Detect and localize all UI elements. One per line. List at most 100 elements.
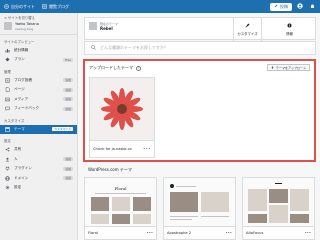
- my-site-link[interactable]: W 自分のサイト: [4, 4, 35, 10]
- add-badge[interactable]: 追加: [63, 97, 73, 102]
- thumbnail-image: [133, 197, 151, 211]
- sidebar-item-label: ページ: [14, 87, 25, 92]
- sidebar-item-domains[interactable]: ドメイン 追加: [0, 174, 77, 184]
- sidebar-item-label: ドメイン: [14, 175, 29, 180]
- uploaded-themes-title: アップロードしたテーマ: [89, 65, 133, 70]
- theme-screenshot: [90, 78, 154, 140]
- sidebar-item-plugins[interactable]: プラグイン 追加: [0, 164, 77, 174]
- uploaded-themes-header: アップロードしたテーマ ?: [89, 65, 141, 71]
- help-icon[interactable]: ?: [136, 65, 141, 71]
- sidebar-item-label: 設定: [14, 185, 22, 190]
- upload-theme-label: テーマをアップロード: [275, 65, 306, 70]
- theme-screenshot: [164, 178, 235, 227]
- thumbnail-image: [112, 214, 130, 224]
- flower-image: [101, 88, 143, 130]
- gear-icon: [5, 185, 10, 190]
- more-options-icon[interactable]: •••: [147, 231, 153, 235]
- write-label: 投稿: [280, 3, 288, 9]
- theme-name: Apostrophe 2: [167, 231, 192, 235]
- theme-card-altofocus[interactable]: AltoFocus •••: [242, 177, 315, 240]
- current-theme-name: Rebel: [100, 26, 113, 31]
- add-badge[interactable]: 追加: [63, 157, 73, 162]
- theme-name: AltoFocus: [246, 231, 264, 235]
- thumbnail-image: [170, 192, 198, 212]
- media-icon: [5, 97, 10, 102]
- wordpress-themes-title: WordPress.com テーマ: [88, 167, 132, 172]
- switch-site-link[interactable]: < サイトを切り替え: [0, 13, 77, 21]
- thumbnail-image: [91, 214, 109, 224]
- thumbnail-image: [290, 214, 309, 223]
- thumbnail-image: [248, 189, 267, 211]
- site-url: zeadog.blog: [15, 26, 34, 31]
- themes-icon: [5, 127, 10, 132]
- current-site[interactable]: Yaeko Takano zeadog.blog: [0, 21, 77, 35]
- sidebar-item-label: プラグイン: [14, 166, 32, 171]
- text-line: [170, 216, 198, 217]
- svg-text:W: W: [5, 5, 8, 9]
- sidebar-item-feedback[interactable]: フィードバック 追加: [0, 104, 77, 114]
- sidebar-item-themes[interactable]: テーマ カスタマイズ: [0, 124, 77, 134]
- globe-icon: [5, 176, 10, 181]
- avatar-icon: [297, 3, 303, 10]
- preview-link[interactable]: サイトのプレビュー: [0, 35, 77, 46]
- more-options-icon[interactable]: •••: [305, 231, 311, 235]
- section-manage: 管理: [4, 69, 11, 74]
- sidebar-item-stats[interactable]: 統計情報: [0, 46, 77, 56]
- floral-shot-title: Floral: [114, 186, 127, 191]
- theme-card-apostrophe-2[interactable]: Apostrophe 2 •••: [163, 177, 236, 240]
- sidebar-item-plan[interactable]: プラン Free: [0, 55, 77, 65]
- more-options-icon[interactable]: •••: [226, 231, 232, 235]
- sidebar-item-label: 人: [14, 156, 18, 161]
- notifications-button[interactable]: [308, 3, 316, 11]
- info-icon: [287, 23, 292, 29]
- theme-screenshot: Floral: [85, 178, 156, 227]
- reader-link[interactable]: 閲覧ブログ: [42, 4, 69, 10]
- add-badge[interactable]: 追加: [63, 87, 73, 92]
- site-icon: [4, 22, 12, 31]
- sidebar-item-share[interactable]: 共有: [0, 145, 77, 155]
- theme-name: Floral: [88, 231, 98, 235]
- info-label: 情報: [286, 32, 293, 36]
- theme-card-footer: Chunk for ja.nasko.co •••: [90, 140, 154, 157]
- info-button[interactable]: 情報: [261, 18, 317, 41]
- thumbnail-image: [269, 205, 288, 223]
- text-line: [170, 219, 192, 220]
- sidebar-item-settings[interactable]: 設定: [0, 183, 77, 193]
- thumbnail-image: [112, 197, 130, 211]
- theme-thumbnail: [89, 22, 97, 30]
- add-badge[interactable]: 追加: [63, 106, 73, 111]
- uploaded-theme-card[interactable]: Chunk for ja.nasko.co •••: [89, 77, 155, 158]
- upload-icon: [271, 65, 274, 70]
- theme-screenshot: [243, 178, 314, 227]
- add-badge[interactable]: 追加: [63, 176, 73, 181]
- posts-icon: [5, 78, 10, 83]
- profile-button[interactable]: [296, 3, 304, 11]
- thumbnail-image: [91, 197, 109, 211]
- sidebar-item-label: フィードバック: [14, 106, 40, 111]
- divider: [95, 193, 146, 194]
- sidebar-item-pages[interactable]: ページ 追加: [0, 85, 77, 95]
- sidebar-item-people[interactable]: 人 追加: [0, 155, 77, 165]
- sidebar: < サイトを切り替え Yaeko Takano zeadog.blog サイトの…: [0, 13, 78, 240]
- write-button[interactable]: 投稿: [270, 2, 292, 11]
- current-theme-info: 現在のテーマ Rebel: [89, 22, 118, 31]
- section-design: カスタマイズ: [4, 118, 25, 123]
- search-icon: [91, 45, 96, 51]
- theme-search-input[interactable]: どんな種類のテーマをお探しですか？: [84, 41, 316, 55]
- upload-theme-button[interactable]: テーマをアップロード: [266, 64, 310, 71]
- more-options-icon[interactable]: •••: [143, 147, 151, 151]
- sidebar-item-label: 共有: [14, 147, 22, 152]
- customize-button[interactable]: カスタマイズ: [233, 18, 261, 41]
- sidebar-item-label: メディア: [14, 96, 29, 101]
- theme-card-floral[interactable]: Floral Floral •••: [84, 177, 157, 240]
- add-badge[interactable]: 追加: [63, 78, 73, 83]
- bell-icon: [310, 4, 315, 10]
- theme-card-footer: Floral •••: [85, 227, 156, 239]
- sidebar-item-posts[interactable]: ブログ投稿 追加: [0, 76, 77, 86]
- customize-badge[interactable]: カスタマイズ: [52, 127, 73, 132]
- share-icon: [5, 147, 10, 152]
- add-badge[interactable]: 追加: [63, 166, 73, 171]
- wordpress-themes-list: Floral Floral ••• Apostrophe 2 ••• AltoF…: [84, 177, 316, 240]
- my-site-label: 自分のサイト: [11, 3, 35, 9]
- sidebar-item-media[interactable]: メディア 追加: [0, 95, 77, 105]
